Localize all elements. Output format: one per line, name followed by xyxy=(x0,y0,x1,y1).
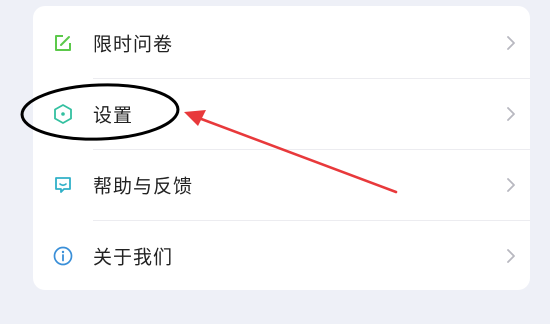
menu-item-survey[interactable]: 限时问卷 xyxy=(33,8,530,78)
chevron-right-icon xyxy=(507,107,515,121)
menu-item-label: 帮助与反馈 xyxy=(93,175,194,198)
info-icon xyxy=(53,246,73,266)
menu-item-label: 设置 xyxy=(93,104,134,127)
chevron-right-icon xyxy=(507,36,515,50)
menu-item-settings[interactable]: 设置 xyxy=(33,79,530,149)
menu-item-label: 关于我们 xyxy=(93,246,174,269)
menu-item-about-us[interactable]: 关于我们 xyxy=(33,221,530,291)
menu-item-help-feedback[interactable]: 帮助与反馈 xyxy=(33,150,530,220)
chevron-right-icon xyxy=(507,249,515,263)
menu-item-label: 限时问卷 xyxy=(93,33,174,56)
edit-survey-icon xyxy=(55,35,71,51)
menu-card: 限时问卷 设置 帮助与反馈 关于我们 xyxy=(33,6,530,290)
feedback-chat-icon xyxy=(55,177,71,193)
hexagon-settings-icon xyxy=(54,104,72,124)
chevron-right-icon xyxy=(507,178,515,192)
